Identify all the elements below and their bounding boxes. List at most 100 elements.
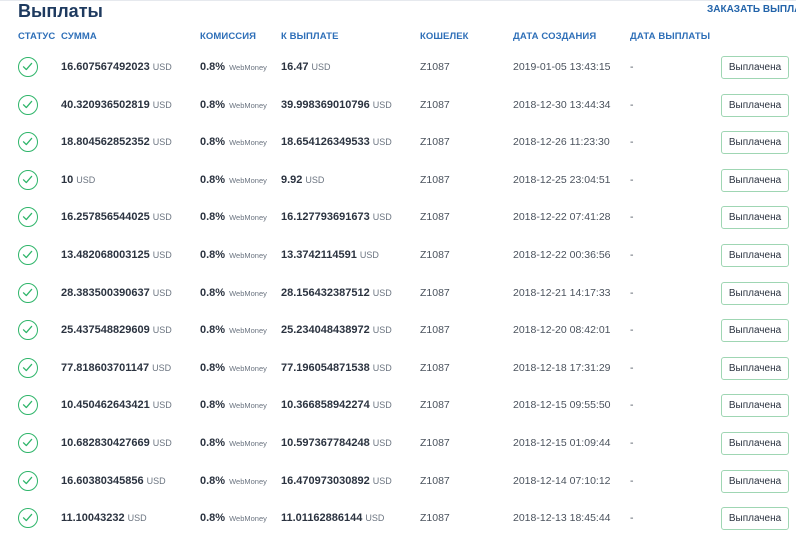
payout-currency: USD [365,513,385,524]
table-row: 40.320936502819 USD 0.8% WebMoney 39.99836… [0,87,796,125]
fee-method: WebMoney [229,175,267,185]
fee-method: WebMoney [229,439,267,448]
amount-currency: USD [152,325,172,336]
check-circle-icon [18,207,38,228]
status-button[interactable]: Выплачена [721,56,789,79]
check-circle-icon [18,470,38,491]
fee-method: WebMoney [229,213,267,223]
table-row: 77.818603701147 USD 0.8% WebMoney 77.19605… [0,350,796,388]
amount-currency: USD [152,137,172,148]
fee-value: 0.8% [200,437,226,449]
amount-value: 16.60380345856 [61,474,144,487]
payout-currency: USD [372,99,392,110]
status-button[interactable]: Выплачена [721,469,789,493]
status-button[interactable]: Выплачена [721,131,789,155]
paid-date-cell: - [630,286,634,299]
fee-value: 0.8% [200,249,226,261]
fee-cell: 0.8% WebMoney [200,512,267,524]
check-circle-icon [18,395,38,416]
order-payout-link[interactable]: ЗАКАЗАТЬ ВЫПЛАТУ [707,4,796,15]
wallet-cell: Z1087 [420,249,450,261]
payout-value: 39.998369010796 [281,98,370,111]
created-date-cell: 2018-12-30 13:44:34 [513,98,611,111]
paid-date-cell: - [630,437,634,449]
fee-value: 0.8% [200,512,226,525]
fee-method: WebMoney [229,476,267,486]
payout-value: 10.597367784248 [281,437,370,449]
fee-cell: 0.8% WebMoney [200,362,267,374]
check-circle-icon [18,433,38,453]
table-row: 11.10043232 USD 0.8% WebMoney 11.011628861… [0,500,796,538]
column-header-fee[interactable]: КОМИССИЯ [200,31,256,42]
created-date-cell: 2019-01-05 13:43:15 [513,61,611,73]
column-header-payout[interactable]: К ВЫПЛАТЕ [281,31,339,42]
fee-cell: 0.8% WebMoney [200,437,267,449]
amount-cell: 28.383500390637 USD [61,287,172,299]
top-divider [0,0,796,1]
column-header-status[interactable]: СТАТУС [18,31,55,42]
column-header-wallet[interactable]: КОШЕЛЕК [420,31,469,42]
fee-cell: 0.8% WebMoney [200,287,267,299]
amount-value: 25.437548829609 [61,324,150,337]
fee-value: 0.8% [200,286,226,299]
fee-value: 0.8% [200,98,226,111]
wallet-cell: Z1087 [420,437,450,449]
check-circle-icon [18,357,38,378]
column-header-created[interactable]: ДАТА СОЗДАНИЯ [513,31,596,42]
status-button[interactable]: Выплачена [721,507,789,531]
payout-cell: 16.127793691673 USD [281,211,392,223]
status-button[interactable]: Выплачена [721,206,789,230]
wallet-cell: Z1087 [420,399,450,412]
payout-cell: 39.998369010796 USD [281,99,392,111]
status-button[interactable]: Выплачена [721,356,789,380]
status-button[interactable]: Выплачена [721,432,789,455]
payout-currency: USD [372,362,392,373]
amount-cell: 13.482068003125 USD [61,249,172,261]
amount-cell: 40.320936502819 USD [61,99,172,111]
payout-value: 9.92 [281,173,303,186]
created-date-cell: 2018-12-15 01:09:44 [513,437,611,449]
fee-cell: 0.8% WebMoney [200,475,267,487]
wallet-cell: Z1087 [420,136,450,149]
payout-currency: USD [311,62,331,72]
status-button[interactable]: Выплачена [721,281,789,305]
created-date-cell: 2018-12-22 07:41:28 [513,211,611,224]
amount-value: 77.818603701147 [61,361,150,374]
fee-method: WebMoney [229,100,267,110]
status-button[interactable]: Выплачена [721,319,789,343]
amount-cell: 16.60380345856 USD [61,475,166,487]
status-button[interactable]: Выплачена [721,93,789,117]
payout-value: 11.01162886144 [281,512,363,525]
table-header: СТАТУС СУММА КОМИССИЯ К ВЫПЛАТЕ КОШЕЛЕК … [0,31,796,47]
table-row: 10 USD 0.8% WebMoney 9.92 USD Z1087 2018-12… [0,162,796,200]
created-date-cell: 2018-12-20 08:42:01 [513,324,611,337]
payout-currency: USD [372,400,392,411]
table-row: 16.257856544025 USD 0.8% WebMoney 16.12779… [0,199,796,237]
created-date-cell: 2018-12-21 14:17:33 [513,286,611,299]
column-header-amount[interactable]: СУММА [61,31,97,42]
wallet-cell: Z1087 [420,324,450,337]
fee-value: 0.8% [200,324,226,337]
status-button[interactable]: Выплачена [721,244,789,267]
payout-value: 10.366858942274 [281,399,370,412]
created-date-cell: 2018-12-13 18:45:44 [513,512,611,525]
payout-cell: 13.3742114591 USD [281,249,379,261]
fee-cell: 0.8% WebMoney [200,399,267,411]
paid-date-cell: - [630,249,634,261]
payout-currency: USD [372,212,392,223]
table-row: 16.60380345856 USD 0.8% WebMoney 16.470973… [0,463,796,501]
status-button[interactable]: Выплачена [721,168,789,192]
status-button[interactable]: Выплачена [721,394,789,418]
payout-value: 16.47 [281,61,309,73]
amount-currency: USD [152,438,172,448]
amount-cell: 77.818603701147 USD [61,362,171,374]
page-title: Выплаты [18,1,103,21]
paid-date-cell: - [630,474,634,487]
fee-method: WebMoney [229,138,267,148]
check-circle-icon [18,57,38,77]
table-row: 13.482068003125 USD 0.8% WebMoney 13.37421… [0,237,796,275]
wallet-cell: Z1087 [420,61,450,73]
paid-date-cell: - [630,399,634,412]
amount-value: 16.607567492023 [61,61,150,73]
column-header-paid[interactable]: ДАТА ВЫПЛАТЫ [630,31,710,42]
